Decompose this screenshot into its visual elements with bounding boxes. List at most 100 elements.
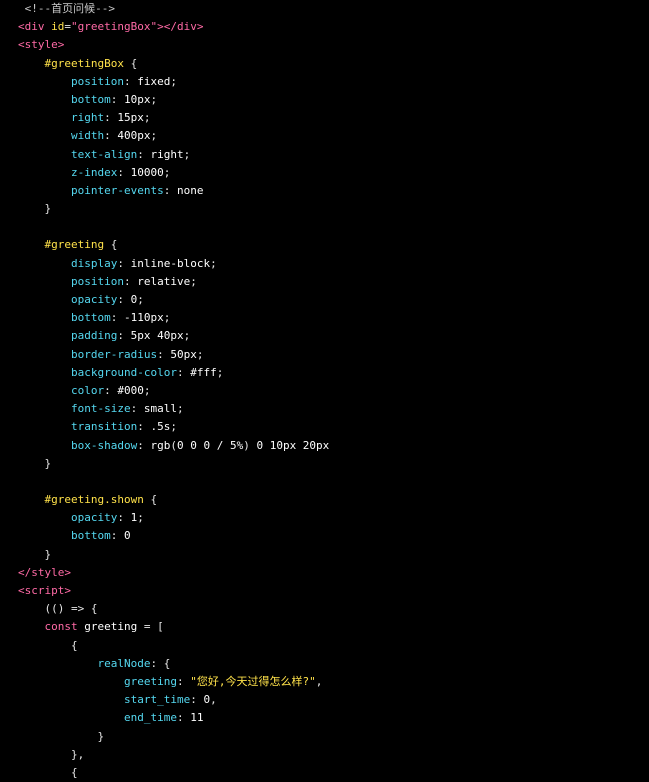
- code-token: ;: [170, 420, 177, 434]
- code-line: }: [0, 455, 649, 473]
- code-token: ): [243, 438, 257, 452]
- code-token: {: [123, 56, 138, 70]
- code-token: end_time: [123, 711, 177, 725]
- code-token: "您好,今天过得怎么样?": [190, 674, 316, 688]
- code-token: fixed: [137, 74, 171, 88]
- code-token: 15px: [117, 111, 144, 125]
- code-line: #greetingBox {: [0, 55, 649, 73]
- code-line: greeting: "您好,今天过得怎么样?",: [0, 673, 649, 691]
- code-token: #greeting: [44, 238, 105, 252]
- code-token: }: [18, 202, 52, 216]
- code-token: ;: [210, 256, 217, 270]
- code-line: }: [0, 546, 649, 564]
- code-token: box-shadow: [70, 438, 138, 452]
- code-line: width: 400px;: [0, 127, 649, 145]
- code-token: :: [110, 311, 124, 325]
- code-line: const greeting = [: [0, 618, 649, 636]
- code-token: 10000: [130, 165, 164, 179]
- code-editor-view[interactable]: <!--首页问候--> <div id="greetingBox"></div> <…: [0, 0, 649, 780]
- code-token: z-index: [70, 165, 118, 179]
- code-line: background-color: #fff;: [0, 364, 649, 382]
- code-token: :: [137, 420, 151, 434]
- code-token: #greeting.shown: [44, 493, 144, 507]
- code-token: ;: [137, 511, 144, 525]
- code-token: ,: [315, 674, 323, 688]
- code-token: :: [137, 147, 151, 161]
- code-token: <script>: [18, 584, 71, 597]
- code-token: text-align: [70, 147, 138, 161]
- code-line: #greeting.shown {: [0, 491, 649, 509]
- code-token: -110px: [123, 311, 164, 325]
- code-token: none: [176, 183, 204, 197]
- code-line: opacity: 0;: [0, 291, 649, 309]
- code-token: rgb: [150, 438, 171, 452]
- code-token: :: [117, 329, 131, 343]
- code-line: <script>: [0, 582, 649, 600]
- code-token: greeting: [123, 674, 177, 688]
- code-token: opacity: [70, 293, 118, 306]
- code-token: #000: [117, 383, 144, 397]
- code-token: inline-block: [130, 256, 211, 270]
- code-token: ;: [196, 347, 204, 361]
- code-token: color: [70, 383, 105, 397]
- code-token: },: [18, 747, 85, 761]
- code-token: :: [117, 165, 131, 179]
- code-token: 10px: [123, 92, 151, 106]
- code-token: display: [70, 256, 118, 270]
- code-token: font-size: [70, 402, 131, 416]
- code-token: right: [70, 111, 105, 125]
- code-line: bottom: 10px;: [0, 91, 649, 109]
- code-token: border-radius: [70, 347, 158, 361]
- code-token: background-color: [70, 365, 177, 379]
- code-token: <style>: [18, 38, 65, 52]
- code-token: }: [18, 456, 52, 470]
- code-token: :: [163, 183, 177, 197]
- code-token: {: [143, 493, 158, 507]
- code-token: 5px 40px: [130, 329, 184, 343]
- code-line: position: fixed;: [0, 73, 649, 91]
- code-line: font-size: small;: [0, 400, 649, 418]
- code-token: width: [70, 129, 105, 143]
- code-line: box-shadow: rgb(0 0 0 / 5%) 0 10px 20px: [0, 437, 649, 455]
- code-line: </style>: [0, 564, 649, 582]
- code-token: .5s: [150, 420, 171, 434]
- code-line: right: 15px;: [0, 109, 649, 127]
- code-token: id: [51, 20, 65, 34]
- code-token: :: [117, 511, 131, 525]
- code-token: </style>: [18, 565, 71, 579]
- code-line: start_time: 0,: [0, 691, 649, 709]
- code-token: bottom: [70, 92, 111, 106]
- code-token: padding: [70, 329, 118, 343]
- code-token: :: [117, 256, 131, 270]
- code-token: realNode: [97, 656, 151, 670]
- code-token: {: [18, 765, 78, 779]
- code-line: pointer-events: none: [0, 182, 649, 200]
- code-token: ;: [190, 274, 197, 288]
- code-token: <div: [18, 20, 45, 34]
- code-token: 50px: [170, 347, 197, 361]
- code-token: 400px: [117, 129, 151, 143]
- code-token: :: [110, 92, 124, 106]
- code-line: (() => {: [0, 600, 649, 618]
- code-token: :: [104, 129, 118, 143]
- code-token: const: [44, 620, 78, 634]
- code-token: {: [18, 638, 78, 652]
